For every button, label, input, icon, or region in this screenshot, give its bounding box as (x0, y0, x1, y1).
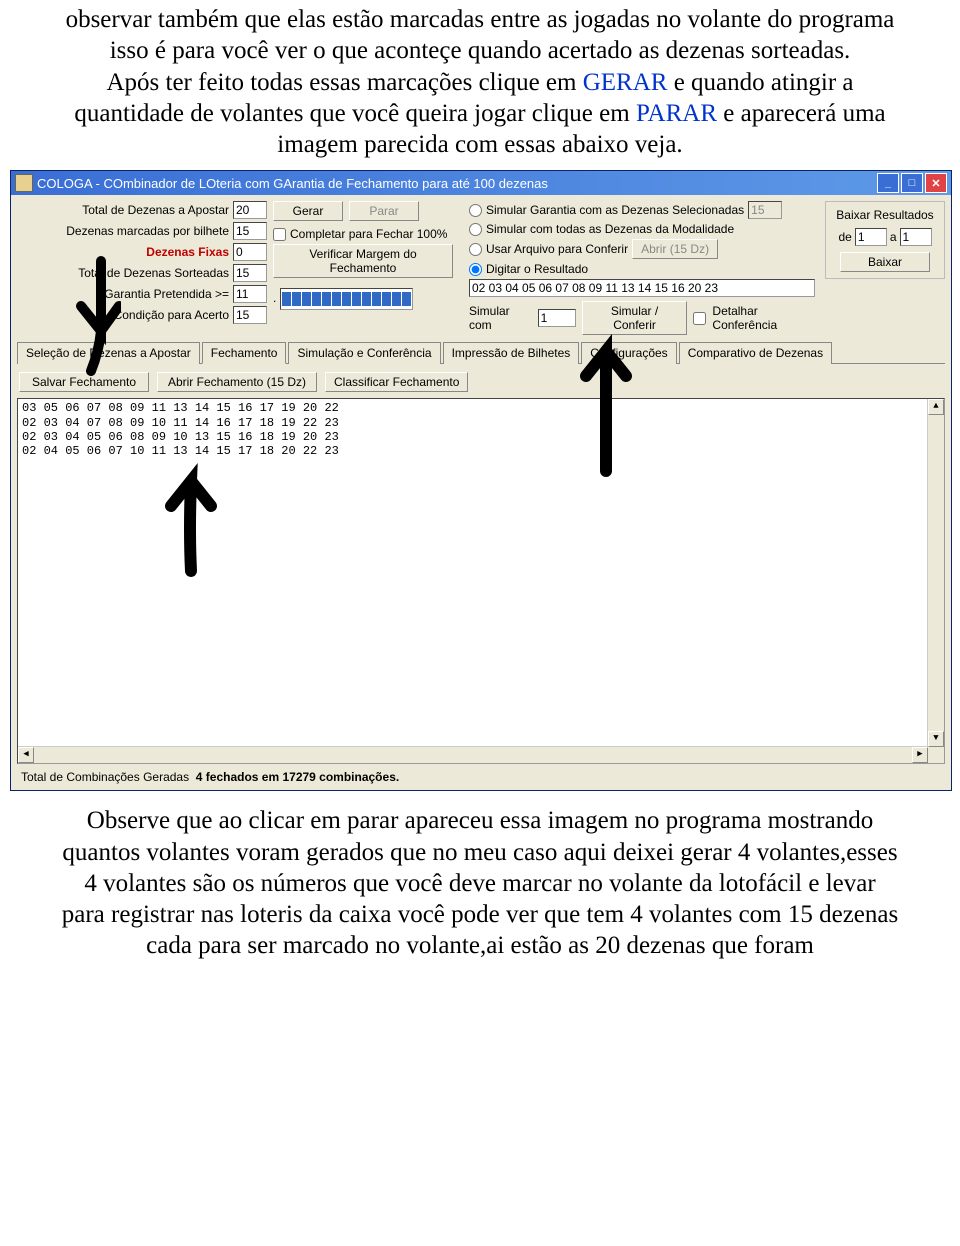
tab-simulacao[interactable]: Simulação e Conferência (288, 342, 440, 364)
sim-todas-radio[interactable] (469, 223, 482, 236)
status-label: Total de Combinações Geradas (21, 770, 189, 784)
results-area: 03 05 06 07 08 09 11 13 14 15 16 17 19 2… (17, 398, 945, 764)
horizontal-scrollbar[interactable]: ◀ ▶ (18, 746, 928, 763)
simular-conferir-button[interactable]: Simular / Conferir (582, 301, 688, 335)
result-row: 02 03 04 05 06 08 09 10 13 15 16 18 19 2… (22, 430, 940, 444)
scroll-right-icon[interactable]: ▶ (912, 747, 928, 763)
tab-comparativo[interactable]: Comparativo de Dezenas (679, 342, 832, 364)
de-label: de (838, 230, 851, 244)
action-row: Salvar Fechamento Abrir Fechamento (15 D… (11, 364, 951, 398)
verificar-button[interactable]: Verificar Margem do Fechamento (273, 244, 453, 278)
right-column: Simular Garantia com as Dezenas Selecion… (469, 201, 819, 335)
fixas-label: Dezenas Fixas (146, 245, 229, 259)
tab-fechamento[interactable]: Fechamento (202, 342, 287, 364)
far-column: Baixar Resultados de a Baixar (825, 201, 945, 335)
progress-bar (280, 288, 413, 310)
baixar-res-label: Baixar Resultados (832, 208, 938, 222)
garantia-label: Garantia Pretendida >= (104, 287, 229, 301)
marcadas-input[interactable] (233, 222, 267, 240)
usar-arquivo-label: Usar Arquivo para Conferir (486, 242, 628, 256)
a-label: a (890, 230, 897, 244)
sim-garantia-val (748, 201, 782, 219)
detalhar-checkbox[interactable] (693, 312, 706, 325)
window-buttons: _ □ ✕ (877, 173, 947, 193)
fixas-input[interactable] (233, 243, 267, 261)
parar-button[interactable]: Parar (349, 201, 419, 221)
minimize-button[interactable]: _ (877, 173, 899, 193)
status-value: 4 fechados em 17279 combinações. (196, 770, 399, 784)
tab-selecao[interactable]: Seleção de Dezenas a Apostar (17, 342, 200, 364)
baixar-button[interactable]: Baixar (840, 252, 930, 272)
result-row: 02 03 04 07 08 09 10 11 14 16 17 18 19 2… (22, 416, 940, 430)
digitar-radio[interactable] (469, 263, 482, 276)
scroll-down-icon[interactable]: ▼ (928, 731, 944, 747)
outro-p1: Observe que ao clicar em parar apareceu … (62, 807, 898, 959)
tab-config[interactable]: Configurações (581, 342, 676, 364)
dot-label: . (273, 291, 276, 305)
vertical-scrollbar[interactable]: ▲ ▼ (927, 399, 944, 763)
intro-p2a: Após ter feito todas essas marcações cli… (106, 69, 582, 96)
status-bar: Total de Combinações Geradas 4 fechados … (11, 764, 951, 790)
marcadas-label: Dezenas marcadas por bilhete (66, 224, 229, 238)
sorteadas-input[interactable] (233, 264, 267, 282)
sim-garantia-radio[interactable] (469, 204, 482, 217)
maximize-button[interactable]: □ (901, 173, 923, 193)
garantia-input[interactable] (233, 285, 267, 303)
condicao-label: Condição para Acerto (114, 308, 229, 322)
top-panel: Total de Dezenas a Apostar Dezenas marca… (11, 195, 951, 337)
parar-word: PARAR (636, 100, 717, 127)
digitar-label: Digitar o Resultado (486, 262, 588, 276)
gerar-button[interactable]: Gerar (273, 201, 343, 221)
completar-label: Completar para Fechar 100% (290, 227, 447, 241)
intro-text: observar também que elas estão marcadas … (0, 4, 960, 160)
tab-impressao[interactable]: Impressão de Bilhetes (443, 342, 580, 364)
mid-column: Gerar Parar Completar para Fechar 100% V… (273, 201, 463, 335)
detalhar-label: Detalhar Conferência (712, 304, 819, 332)
abrir-arquivo-button[interactable]: Abrir (15 Dz) (632, 239, 718, 259)
left-column: Total de Dezenas a Apostar Dezenas marca… (17, 201, 267, 335)
scroll-up-icon[interactable]: ▲ (928, 399, 944, 415)
sim-garantia-label: Simular Garantia com as Dezenas Selecion… (486, 203, 744, 217)
result-row: 03 05 06 07 08 09 11 13 14 15 16 17 19 2… (22, 401, 940, 415)
app-window: COLOGA - COmbinador de LOteria com GAran… (10, 170, 952, 791)
total-dezenas-input[interactable] (233, 201, 267, 219)
tabs: Seleção de Dezenas a Apostar Fechamento … (17, 341, 945, 364)
app-icon (15, 174, 33, 192)
classificar-button[interactable]: Classificar Fechamento (325, 372, 468, 392)
salvar-fechamento-button[interactable]: Salvar Fechamento (19, 372, 149, 392)
condicao-input[interactable] (233, 306, 267, 324)
usar-arquivo-radio[interactable] (469, 243, 482, 256)
titlebar: COLOGA - COmbinador de LOteria com GAran… (11, 171, 951, 195)
intro-p1: observar também que elas estão marcadas … (66, 6, 895, 64)
total-dezenas-label: Total de Dezenas a Apostar (82, 203, 229, 217)
scroll-left-icon[interactable]: ◀ (18, 747, 34, 763)
window-title: COLOGA - COmbinador de LOteria com GAran… (33, 176, 877, 191)
a-input[interactable] (900, 228, 932, 246)
completar-checkbox[interactable] (273, 228, 286, 241)
simular-com-input[interactable] (538, 309, 576, 327)
simular-com-label: Simular com (469, 304, 532, 332)
outro-text: Observe que ao clicar em parar apareceu … (0, 805, 960, 961)
result-row: 02 04 05 06 07 10 11 13 14 15 17 18 20 2… (22, 444, 940, 458)
sorteadas-label: Total de Dezenas Sorteadas (78, 266, 229, 280)
resultado-input[interactable] (469, 279, 815, 297)
de-input[interactable] (855, 228, 887, 246)
abrir-fechamento-button[interactable]: Abrir Fechamento (15 Dz) (157, 372, 317, 392)
sim-todas-label: Simular com todas as Dezenas da Modalida… (486, 222, 734, 236)
close-button[interactable]: ✕ (925, 173, 947, 193)
gerar-word: GERAR (583, 69, 668, 96)
